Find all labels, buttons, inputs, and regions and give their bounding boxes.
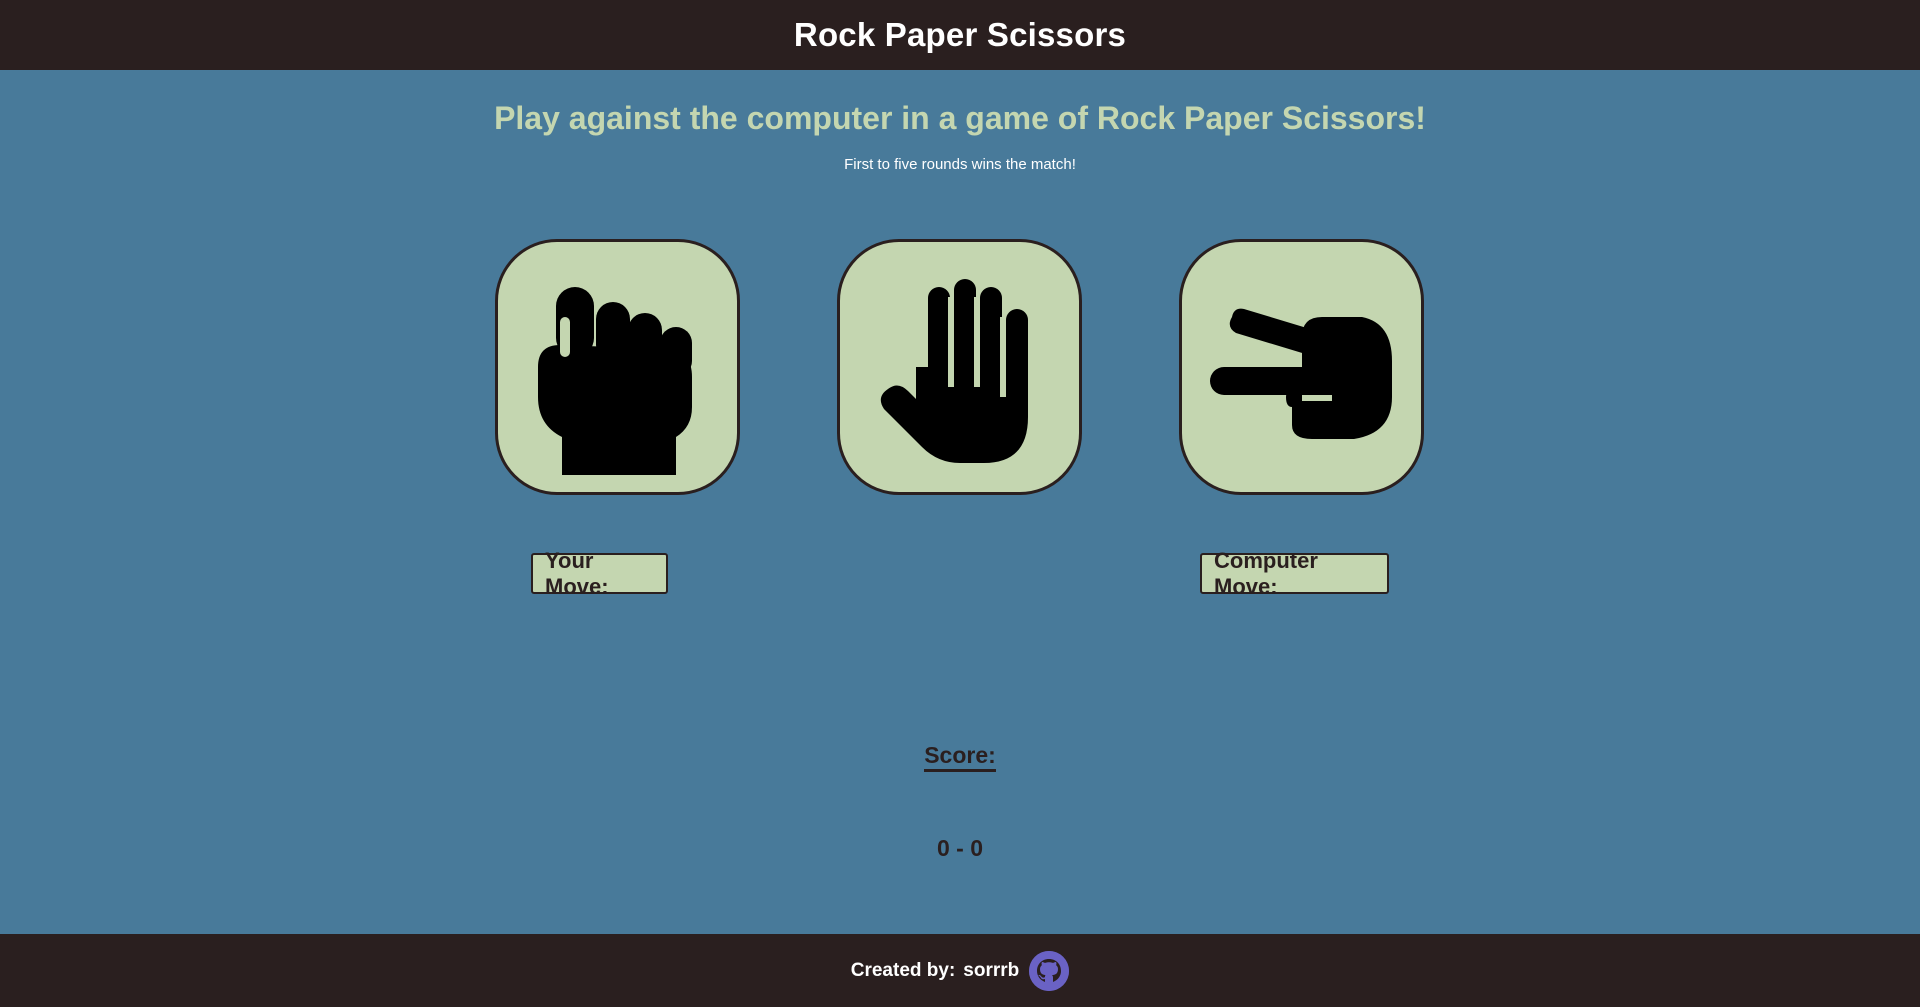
intro-subheading: First to five rounds wins the match! <box>844 156 1076 173</box>
score-label: Score: <box>924 742 996 772</box>
fist-icon <box>537 287 692 475</box>
author-name: sorrrb <box>963 959 1020 981</box>
score-heading: Score: <box>0 742 1920 772</box>
scissors-hand-icon <box>1209 308 1392 439</box>
github-icon[interactable] <box>1029 950 1070 991</box>
created-by-label: Created by: <box>850 959 956 981</box>
your-move-label: Your Move: <box>531 548 668 599</box>
open-hand-icon <box>880 279 1028 463</box>
rock-button[interactable] <box>495 239 740 495</box>
page-title: Rock Paper Scissors <box>793 16 1127 53</box>
paper-button[interactable] <box>837 239 1082 495</box>
intro-heading: Play against the computer in a game of R… <box>494 100 1426 136</box>
scissors-button[interactable] <box>1179 239 1424 495</box>
top-bar: Rock Paper Scissors <box>0 0 1920 70</box>
score-value: 0 - 0 <box>936 835 984 861</box>
footer: Created by: sorrrb <box>0 934 1920 1007</box>
computer-move-label: Computer Move: <box>1200 548 1389 599</box>
